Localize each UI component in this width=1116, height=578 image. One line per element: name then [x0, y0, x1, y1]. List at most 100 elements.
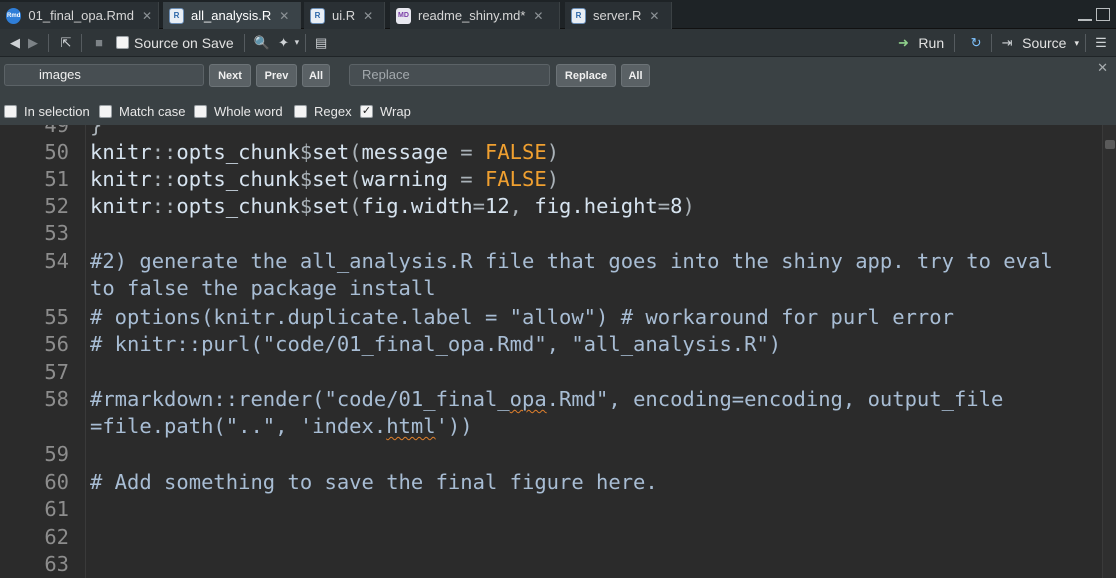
line-number: 60 [44, 470, 69, 494]
save-icon[interactable]: ■ [90, 35, 108, 51]
toolbar-run-group: ➜ Run ↻ ⇥ Source ▾ ☰ [888, 29, 1116, 57]
option-label: Regex [314, 104, 352, 119]
in-selection-checkbox[interactable] [4, 105, 17, 118]
r-file-icon: R [571, 7, 586, 24]
line-number: 53 [44, 221, 69, 245]
show-in-window-icon[interactable]: ⇱ [57, 35, 75, 51]
line-number: 52 [44, 194, 69, 218]
option-regex[interactable]: Regex [294, 104, 352, 119]
close-icon[interactable]: ✕ [279, 9, 289, 23]
line-number: 63 [44, 552, 69, 576]
md-file-icon: MD [396, 7, 411, 24]
line-number: 56 [44, 332, 69, 356]
source-button[interactable]: Source [1022, 35, 1066, 51]
find-prev-button[interactable]: Prev [256, 64, 297, 87]
source-icon[interactable]: ⇥ [998, 35, 1016, 51]
maximize-pane-icon[interactable] [1096, 8, 1110, 21]
code-comment-line-58-wrap: =file.path("..", 'index.html')) [90, 414, 473, 438]
magic-wand-icon[interactable]: ✦ [275, 35, 293, 51]
toolbar-divider [305, 33, 307, 52]
option-label: In selection [24, 104, 90, 119]
code-comment-line-58: #rmarkdown::render("code/01_final_opa.Rm… [90, 387, 1004, 411]
tab-ui-r[interactable]: R ui.R ✕ [304, 2, 385, 29]
option-wrap[interactable]: ✓ Wrap [360, 104, 411, 119]
tab-label: server.R [593, 8, 642, 23]
tab-readme-shiny-md[interactable]: MD readme_shiny.md* ✕ [390, 2, 560, 29]
forward-arrow-icon[interactable]: ▶ [24, 35, 42, 51]
whole-word-checkbox[interactable] [194, 105, 207, 118]
find-next-button[interactable]: Next [209, 64, 251, 87]
option-label: Whole word [214, 104, 283, 119]
find-replace-bar: 🔍 images Next Prev All Replace Replace A… [0, 57, 1116, 125]
find-all-button[interactable]: All [302, 64, 330, 87]
chevron-down-icon[interactable]: ▾ [295, 37, 300, 48]
close-icon[interactable]: ✕ [1097, 60, 1108, 76]
line-number: 51 [44, 167, 69, 191]
code-comment-line: # options(knitr.duplicate.label = "allow… [90, 305, 954, 329]
code-line: } [90, 125, 103, 137]
rerun-icon[interactable]: ↻ [967, 35, 985, 51]
r-file-icon: R [310, 7, 325, 24]
toolbar-divider [991, 34, 993, 52]
replace-input[interactable]: Replace [349, 64, 550, 86]
option-in-selection[interactable]: In selection [4, 104, 90, 119]
rmd-file-icon: Rmd [6, 7, 22, 24]
line-number: 55 [44, 305, 69, 329]
close-icon[interactable]: ✕ [142, 9, 152, 23]
chevron-down-icon[interactable]: ▾ [1074, 38, 1079, 49]
code-comment-line: # Add something to save the final figure… [90, 470, 658, 494]
option-match-case[interactable]: Match case [99, 104, 185, 119]
line-number: 59 [44, 442, 69, 466]
code-line-51: knitr::opts_chunk$set(warning = FALSE) [90, 167, 560, 191]
close-icon[interactable]: ✕ [649, 9, 659, 23]
tab-server-r[interactable]: R server.R ✕ [565, 2, 672, 29]
tab-label: 01_final_opa.Rmd [28, 8, 134, 23]
editor-vertical-scrollbar[interactable] [1102, 125, 1116, 578]
pane-window-controls [1078, 8, 1110, 21]
code-editor[interactable]: 49 50 51 52 53 54 55 56 57 58 59 60 61 6… [0, 125, 1116, 578]
replace-all-button[interactable]: All [621, 64, 650, 87]
close-icon[interactable]: ✕ [363, 9, 373, 23]
find-input[interactable]: images [4, 64, 204, 86]
minimize-pane-icon[interactable] [1078, 13, 1092, 21]
replace-button[interactable]: Replace [556, 64, 616, 87]
tab-label: ui.R [332, 8, 356, 23]
code-line-50: knitr::opts_chunk$set(message = FALSE) [90, 140, 560, 164]
line-number: 58 [44, 387, 69, 411]
editor-tab-bar: Rmd 01_final_opa.Rmd ✕ R all_analysis.R … [0, 0, 1116, 29]
toolbar-divider [48, 33, 49, 52]
toolbar-divider [81, 33, 82, 52]
scrollbar-thumb[interactable] [1105, 140, 1115, 149]
wrap-checkbox[interactable]: ✓ [360, 105, 373, 118]
option-label: Match case [119, 104, 186, 119]
r-file-icon: R [169, 7, 184, 24]
close-icon[interactable]: ✕ [533, 9, 543, 23]
toolbar-divider [1085, 34, 1086, 52]
run-icon[interactable]: ➜ [894, 35, 912, 51]
compile-report-icon[interactable]: ▤ [312, 35, 330, 51]
regex-checkbox[interactable] [294, 105, 307, 118]
code-line-52: knitr::opts_chunk$set(fig.width=12, fig.… [90, 194, 695, 218]
editor-toolbar: ◀ ▶ ⇱ ■ Source on Save 🔍 ✦ ▾ ▤ ➜ Run ↻ ⇥… [0, 29, 1116, 57]
line-number: 50 [44, 140, 69, 164]
tab-all-analysis-r[interactable]: R all_analysis.R ✕ [163, 2, 301, 29]
code-comment-line: # knitr::purl("code/01_final_opa.Rmd", "… [90, 332, 782, 356]
option-whole-word[interactable]: Whole word [194, 104, 283, 119]
source-on-save-checkbox[interactable] [116, 36, 129, 49]
tab-01-final-opa-rmd[interactable]: Rmd 01_final_opa.Rmd ✕ [0, 2, 159, 29]
line-number: 57 [44, 360, 69, 384]
back-arrow-icon[interactable]: ◀ [6, 35, 24, 51]
run-button[interactable]: Run [918, 35, 944, 51]
search-icon[interactable]: 🔍 [253, 35, 271, 51]
line-number: 54 [44, 249, 69, 273]
tab-label: all_analysis.R [191, 8, 272, 23]
tab-label: readme_shiny.md* [418, 8, 526, 23]
toolbar-divider [243, 33, 245, 52]
line-number-gutter: 49 50 51 52 53 54 55 56 57 58 59 60 61 6… [0, 125, 86, 578]
line-number: 61 [44, 497, 69, 521]
source-on-save-label: Source on Save [134, 34, 234, 51]
match-case-checkbox[interactable] [99, 105, 112, 118]
code-comment-line: #2) generate the all_analysis.R file tha… [90, 249, 1053, 273]
outline-icon[interactable]: ☰ [1092, 35, 1110, 51]
toolbar-divider [954, 34, 956, 52]
